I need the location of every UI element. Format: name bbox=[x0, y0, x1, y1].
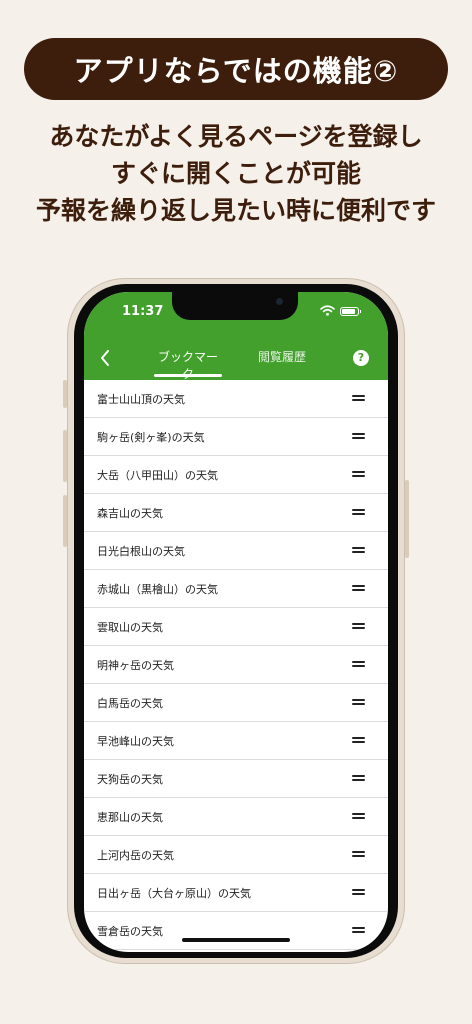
drag-handle-icon[interactable] bbox=[352, 813, 365, 819]
drag-handle-icon[interactable] bbox=[352, 661, 365, 667]
bookmark-row[interactable]: 駒ヶ岳(剣ヶ峯)の天気 bbox=[84, 418, 388, 456]
promo-banner: アプリならではの機能② bbox=[24, 38, 448, 100]
bookmark-row[interactable]: 早池峰山の天気 bbox=[84, 722, 388, 760]
bookmark-row[interactable]: 森吉山の天気 bbox=[84, 494, 388, 532]
caption-line-2: すぐに開くことが可能 bbox=[110, 159, 361, 188]
drag-handle-icon[interactable] bbox=[352, 889, 365, 895]
phone-volume-down bbox=[63, 495, 67, 547]
bookmark-row[interactable]: 恵那山の天気 bbox=[84, 798, 388, 836]
bookmark-label: 明神ヶ岳の天気 bbox=[97, 659, 174, 672]
promo-caption: あなたがよく見るページを登録し すぐに開くことが可能 予報を繰り返し見たい時に便… bbox=[0, 118, 472, 229]
bookmark-label: 大岳（八甲田山）の天気 bbox=[97, 469, 218, 482]
bookmark-label: 日出ヶ岳（大台ヶ原山）の天気 bbox=[97, 887, 251, 900]
bookmark-label: 上河内岳の天気 bbox=[97, 849, 174, 862]
drag-handle-icon[interactable] bbox=[352, 623, 365, 629]
bookmark-row[interactable]: 明神ヶ岳の天気 bbox=[84, 646, 388, 684]
phone-mute-switch bbox=[63, 380, 67, 408]
drag-handle-icon[interactable] bbox=[352, 775, 365, 781]
bookmark-label: 日光白根山の天気 bbox=[97, 545, 185, 558]
help-icon[interactable]: ? bbox=[353, 350, 369, 366]
active-tab-indicator bbox=[154, 374, 222, 377]
bookmark-list: 富士山山頂の天気駒ヶ岳(剣ヶ峯)の天気 大岳（八甲田山）の天気 森吉山の天気日光白根… bbox=[84, 380, 388, 950]
bookmark-row[interactable]: 日出ヶ岳（大台ヶ原山）の天気 bbox=[84, 874, 388, 912]
bookmark-row[interactable]: 雪倉岳の天気 bbox=[84, 912, 388, 950]
caption-line-1: あなたがよく見るページを登録し bbox=[49, 122, 423, 151]
status-time: 11:37 bbox=[122, 304, 164, 319]
chevron-left-icon[interactable] bbox=[100, 350, 110, 366]
bookmark-label: 駒ヶ岳(剣ヶ峯)の天気 bbox=[97, 431, 205, 444]
drag-handle-icon[interactable] bbox=[352, 737, 365, 743]
bookmark-row[interactable]: 白馬岳の天気 bbox=[84, 684, 388, 722]
drag-handle-icon[interactable] bbox=[352, 927, 365, 933]
drag-handle-icon[interactable] bbox=[352, 433, 365, 439]
bookmark-row[interactable]: 天狗岳の天気 bbox=[84, 760, 388, 798]
bookmark-label: 雪倉岳の天気 bbox=[97, 925, 163, 938]
home-indicator[interactable] bbox=[182, 938, 290, 942]
caption-line-3: 予報を繰り返し見たい時に便利です bbox=[35, 196, 436, 225]
bookmark-row[interactable]: 上河内岳の天気 bbox=[84, 836, 388, 874]
bookmark-label: 赤城山（黒檜山）の天気 bbox=[97, 583, 218, 596]
bookmark-row[interactable]: 日光白根山の天気 bbox=[84, 532, 388, 570]
drag-handle-icon[interactable] bbox=[352, 547, 365, 553]
drag-handle-icon[interactable] bbox=[352, 509, 365, 515]
bookmark-row[interactable]: 赤城山（黒檜山）の天気 bbox=[84, 570, 388, 608]
app-header: 11:37 ブックマーク 閲覧履歴 ? bbox=[84, 292, 388, 381]
drag-handle-icon[interactable] bbox=[352, 699, 365, 705]
bookmark-label: 天狗岳の天気 bbox=[97, 773, 163, 786]
camera-icon bbox=[276, 298, 283, 305]
battery-icon bbox=[340, 307, 361, 316]
bookmark-label: 雲取山の天気 bbox=[97, 621, 163, 634]
bookmark-label: 恵那山の天気 bbox=[97, 811, 163, 824]
drag-handle-icon[interactable] bbox=[352, 395, 365, 401]
drag-handle-icon[interactable] bbox=[352, 851, 365, 857]
drag-handle-icon[interactable] bbox=[352, 585, 365, 591]
banner-title: アプリならではの機能② bbox=[73, 54, 399, 88]
bookmark-label: 早池峰山の天気 bbox=[97, 735, 174, 748]
dynamic-notch bbox=[172, 292, 298, 320]
bookmark-row[interactable]: 雲取山の天気 bbox=[84, 608, 388, 646]
bookmark-row[interactable]: 大岳（八甲田山）の天気 bbox=[84, 456, 388, 494]
tab-history[interactable]: 閲覧履歴 bbox=[258, 348, 306, 365]
phone-screen: 11:37 ブックマーク 閲覧履歴 ? 富士山山頂の天気駒ヶ岳(剣ヶ峯)の天気大… bbox=[84, 292, 388, 952]
wifi-icon bbox=[320, 305, 335, 316]
bookmark-label: 白馬岳の天気 bbox=[97, 697, 163, 710]
phone-volume-up bbox=[63, 430, 67, 482]
phone-power-button bbox=[405, 480, 409, 558]
bookmark-label: 富士山山頂の天気 bbox=[97, 393, 185, 406]
bookmark-label: 森吉山の天気 bbox=[97, 507, 163, 520]
bookmark-row[interactable]: 富士山山頂の天気 bbox=[84, 380, 388, 418]
drag-handle-icon[interactable] bbox=[352, 471, 365, 477]
